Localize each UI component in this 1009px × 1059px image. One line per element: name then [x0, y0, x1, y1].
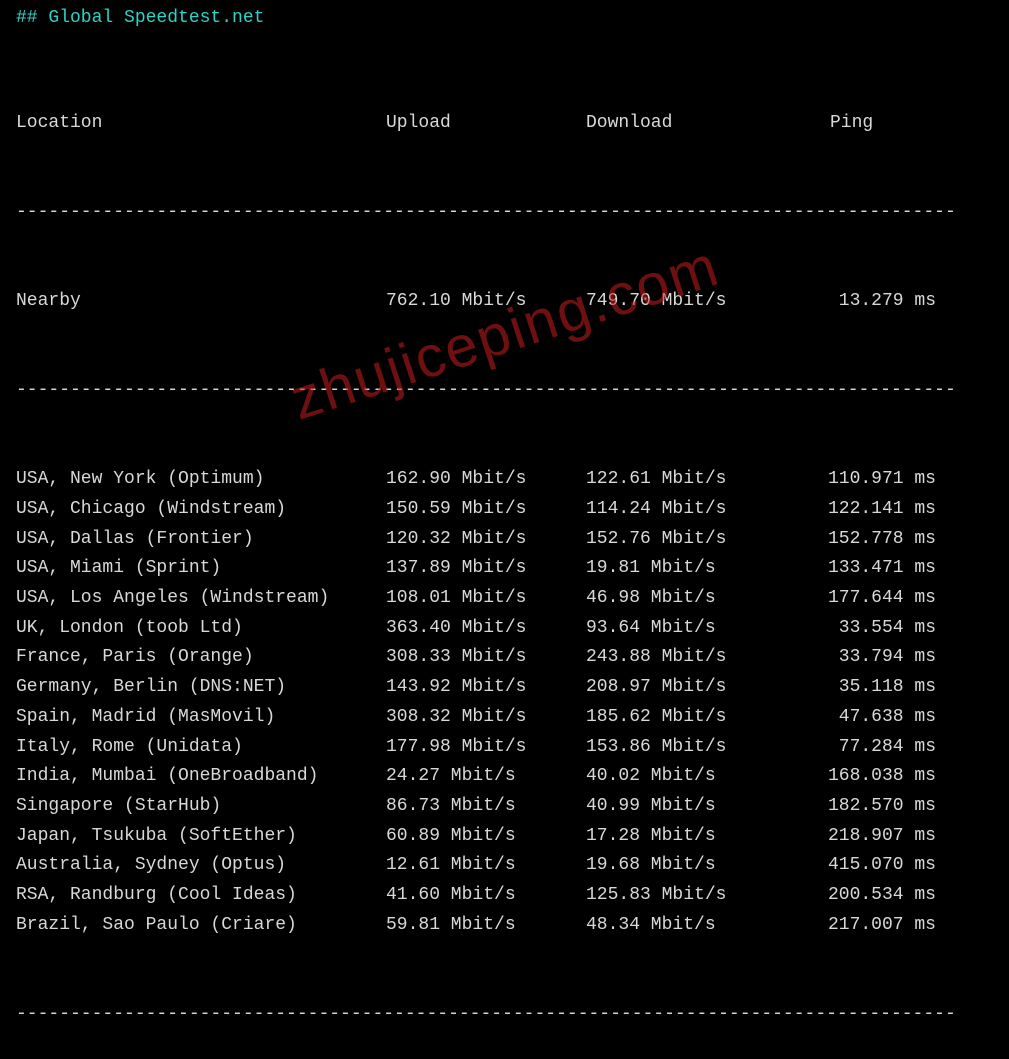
cell-download: 153.86 Mbit/s — [586, 733, 786, 763]
cell-location: Japan, Tsukuba (SoftEther) — [16, 822, 386, 852]
divider: ----------------------------------------… — [16, 1000, 993, 1030]
cell-upload: 177.98 Mbit/s — [386, 733, 586, 763]
table-header-row: LocationUploadDownloadPing — [16, 109, 993, 139]
cell-upload: 120.32 Mbit/s — [386, 525, 586, 555]
divider: ----------------------------------------… — [16, 376, 993, 406]
cell-ping: 35.118 ms — [786, 673, 936, 703]
header-location: Location — [16, 109, 386, 139]
cell-ping: 177.644 ms — [786, 584, 936, 614]
cell-location: France, Paris (Orange) — [16, 643, 386, 673]
cell-ping: 33.554 ms — [786, 614, 936, 644]
cell-ping: 77.284 ms — [786, 733, 936, 763]
divider: ----------------------------------------… — [16, 198, 993, 228]
cell-ping: 133.471 ms — [786, 554, 936, 584]
table-row: Japan, Tsukuba (SoftEther)60.89 Mbit/s17… — [16, 822, 993, 852]
cell-download: 40.99 Mbit/s — [586, 792, 786, 822]
cell-location: Nearby — [16, 287, 386, 317]
cell-download: 19.68 Mbit/s — [586, 851, 786, 881]
cell-location: Germany, Berlin (DNS:NET) — [16, 673, 386, 703]
cell-upload: 60.89 Mbit/s — [386, 822, 586, 852]
header-ping: Ping — [786, 109, 936, 139]
table-row: Australia, Sydney (Optus)12.61 Mbit/s19.… — [16, 851, 993, 881]
table-row: India, Mumbai (OneBroadband)24.27 Mbit/s… — [16, 762, 993, 792]
cell-download: 48.34 Mbit/s — [586, 911, 786, 941]
cell-upload: 59.81 Mbit/s — [386, 911, 586, 941]
table-row: UK, London (toob Ltd)363.40 Mbit/s93.64 … — [16, 614, 993, 644]
cell-download: 46.98 Mbit/s — [586, 584, 786, 614]
cell-location: USA, Chicago (Windstream) — [16, 495, 386, 525]
speedtest-table: LocationUploadDownloadPing -------------… — [16, 50, 993, 1059]
cell-upload: 363.40 Mbit/s — [386, 614, 586, 644]
cell-ping: 47.638 ms — [786, 703, 936, 733]
table-row: USA, Dallas (Frontier)120.32 Mbit/s152.7… — [16, 525, 993, 555]
cell-ping: 33.794 ms — [786, 643, 936, 673]
section-title: ## Global Speedtest.net — [16, 4, 993, 34]
table-row: Italy, Rome (Unidata)177.98 Mbit/s153.86… — [16, 733, 993, 763]
table-row: USA, Miami (Sprint)137.89 Mbit/s19.81 Mb… — [16, 554, 993, 584]
cell-ping: 13.279 ms — [786, 287, 936, 317]
cell-download: 749.70 Mbit/s — [586, 287, 786, 317]
cell-download: 114.24 Mbit/s — [586, 495, 786, 525]
table-row: RSA, Randburg (Cool Ideas)41.60 Mbit/s12… — [16, 881, 993, 911]
nearby-row: Nearby762.10 Mbit/s749.70 Mbit/s13.279 m… — [16, 287, 993, 317]
cell-location: USA, New York (Optimum) — [16, 465, 386, 495]
cell-location: UK, London (toob Ltd) — [16, 614, 386, 644]
cell-download: 17.28 Mbit/s — [586, 822, 786, 852]
cell-upload: 162.90 Mbit/s — [386, 465, 586, 495]
cell-download: 93.64 Mbit/s — [586, 614, 786, 644]
table-row: USA, New York (Optimum)162.90 Mbit/s122.… — [16, 465, 993, 495]
cell-ping: 110.971 ms — [786, 465, 936, 495]
cell-upload: 308.32 Mbit/s — [386, 703, 586, 733]
table-row: USA, Chicago (Windstream)150.59 Mbit/s11… — [16, 495, 993, 525]
cell-location: USA, Miami (Sprint) — [16, 554, 386, 584]
cell-download: 40.02 Mbit/s — [586, 762, 786, 792]
cell-location: India, Mumbai (OneBroadband) — [16, 762, 386, 792]
cell-location: USA, Los Angeles (Windstream) — [16, 584, 386, 614]
cell-download: 208.97 Mbit/s — [586, 673, 786, 703]
cell-location: Brazil, Sao Paulo (Criare) — [16, 911, 386, 941]
cell-location: USA, Dallas (Frontier) — [16, 525, 386, 555]
cell-ping: 182.570 ms — [786, 792, 936, 822]
cell-upload: 308.33 Mbit/s — [386, 643, 586, 673]
table-row: Singapore (StarHub)86.73 Mbit/s40.99 Mbi… — [16, 792, 993, 822]
cell-ping: 218.907 ms — [786, 822, 936, 852]
cell-download: 122.61 Mbit/s — [586, 465, 786, 495]
cell-download: 185.62 Mbit/s — [586, 703, 786, 733]
table-row: USA, Los Angeles (Windstream)108.01 Mbit… — [16, 584, 993, 614]
cell-location: Spain, Madrid (MasMovil) — [16, 703, 386, 733]
table-row: Spain, Madrid (MasMovil)308.32 Mbit/s185… — [16, 703, 993, 733]
cell-upload: 762.10 Mbit/s — [386, 287, 586, 317]
table-row: Brazil, Sao Paulo (Criare)59.81 Mbit/s48… — [16, 911, 993, 941]
cell-upload: 108.01 Mbit/s — [386, 584, 586, 614]
cell-download: 125.83 Mbit/s — [586, 881, 786, 911]
cell-upload: 86.73 Mbit/s — [386, 792, 586, 822]
cell-upload: 137.89 Mbit/s — [386, 554, 586, 584]
cell-upload: 143.92 Mbit/s — [386, 673, 586, 703]
cell-location: Australia, Sydney (Optus) — [16, 851, 386, 881]
cell-location: Italy, Rome (Unidata) — [16, 733, 386, 763]
header-download: Download — [586, 109, 786, 139]
cell-ping: 152.778 ms — [786, 525, 936, 555]
cell-download: 243.88 Mbit/s — [586, 643, 786, 673]
cell-ping: 168.038 ms — [786, 762, 936, 792]
header-upload: Upload — [386, 109, 586, 139]
cell-upload: 41.60 Mbit/s — [386, 881, 586, 911]
cell-location: RSA, Randburg (Cool Ideas) — [16, 881, 386, 911]
cell-ping: 415.070 ms — [786, 851, 936, 881]
table-row: Germany, Berlin (DNS:NET)143.92 Mbit/s20… — [16, 673, 993, 703]
cell-ping: 217.007 ms — [786, 911, 936, 941]
cell-upload: 150.59 Mbit/s — [386, 495, 586, 525]
cell-upload: 24.27 Mbit/s — [386, 762, 586, 792]
cell-download: 152.76 Mbit/s — [586, 525, 786, 555]
cell-ping: 200.534 ms — [786, 881, 936, 911]
table-row: France, Paris (Orange)308.33 Mbit/s243.8… — [16, 643, 993, 673]
cell-download: 19.81 Mbit/s — [586, 554, 786, 584]
cell-location: Singapore (StarHub) — [16, 792, 386, 822]
cell-ping: 122.141 ms — [786, 495, 936, 525]
cell-upload: 12.61 Mbit/s — [386, 851, 586, 881]
